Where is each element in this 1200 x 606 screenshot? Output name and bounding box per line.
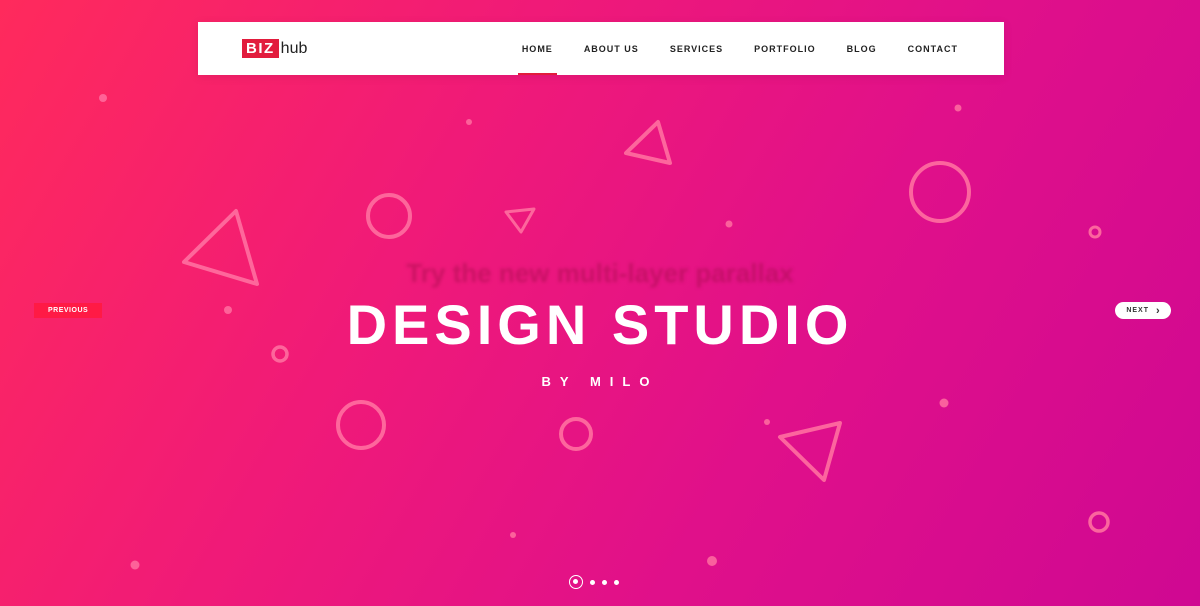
pagination-dot[interactable] — [602, 579, 607, 585]
logo-biz: BIZ — [242, 39, 279, 58]
dot-shape — [954, 104, 962, 112]
nav-item-home[interactable]: HOME — [517, 22, 557, 75]
dot-shape — [130, 560, 140, 570]
next-button[interactable]: NEXT › — [1115, 302, 1171, 319]
dot-shape — [939, 398, 949, 408]
triangle-shape — [504, 207, 536, 234]
navbar: BIZ hub HOME ABOUT US SERVICES PORTFOLIO… — [198, 22, 1004, 75]
nav-item-services[interactable]: SERVICES — [670, 22, 723, 75]
dot-shape — [764, 419, 770, 425]
dot-shape — [99, 94, 107, 102]
nav-item-about-us[interactable]: ABOUT US — [584, 22, 639, 75]
dot-shape — [466, 119, 472, 125]
ring-shape — [559, 417, 593, 451]
dot-shape — [510, 532, 516, 538]
logo[interactable]: BIZ hub — [242, 39, 307, 58]
ring-shape — [1088, 225, 1102, 239]
ring-shape — [909, 161, 971, 223]
triangle-shape — [778, 421, 842, 482]
dot-shape — [707, 556, 717, 566]
nav-item-portfolio[interactable]: PORTFOLIO — [754, 22, 816, 75]
hero-slider: BIZ hub HOME ABOUT US SERVICES PORTFOLIO… — [0, 0, 1200, 606]
triangle-shape — [624, 120, 672, 165]
hero-ghost-text: Try the new multi-layer parallax — [406, 258, 794, 288]
nav-item-blog[interactable]: BLOG — [847, 22, 877, 75]
nav-menu: HOME ABOUT US SERVICES PORTFOLIO BLOG CO… — [491, 22, 958, 75]
pagination-dot[interactable] — [590, 579, 595, 585]
hero-subtitle: BY MILO — [541, 374, 659, 389]
next-label: NEXT — [1126, 307, 1149, 314]
dot-shape — [725, 220, 733, 228]
ring-shape — [366, 193, 412, 239]
hero-title: DESIGN STUDIO — [346, 293, 854, 356]
pagination-dot-active[interactable] — [569, 575, 583, 589]
chevron-right-icon: › — [1156, 304, 1160, 317]
slider-pagination — [569, 575, 619, 589]
pagination-dot[interactable] — [614, 579, 619, 585]
previous-button[interactable]: PREVIOUS — [34, 303, 103, 318]
nav-item-contact[interactable]: CONTACT — [908, 22, 958, 75]
ring-shape — [1088, 511, 1110, 533]
logo-hub: hub — [280, 39, 308, 57]
ring-shape — [336, 400, 386, 450]
